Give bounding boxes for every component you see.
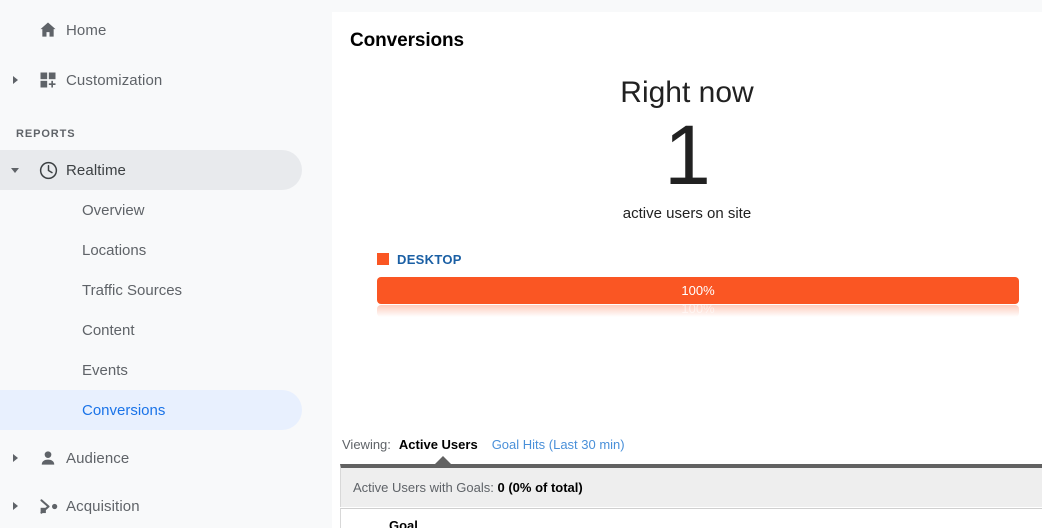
sidebar-item-locations-highlight	[0, 230, 302, 270]
goal-summary-text: Active Users with Goals: 0 (0% of total)	[341, 468, 1042, 507]
bar-desktop[interactable]: 100%	[377, 276, 1019, 304]
sidebar-item-customization[interactable]: Customization	[0, 60, 332, 100]
goal-summary-prefix: Active Users with Goals:	[353, 480, 494, 495]
legend-label-desktop: DESKTOP	[397, 251, 462, 267]
sidebar-item-events[interactable]: Events	[0, 350, 332, 390]
goal-summary-panel: Active Users with Goals: 0 (0% of total)	[340, 464, 1042, 507]
goal-summary-value: 0 (0% of total)	[497, 480, 583, 495]
sidebar-item-home-label: Home	[66, 21, 107, 39]
right-now-heading: Right now	[620, 76, 754, 109]
person-icon	[30, 448, 66, 468]
main-content-panel: Conversions Right now 1 active users on …	[332, 12, 1042, 528]
sidebar-item-audience[interactable]: Audience	[0, 438, 332, 478]
sidebar-item-acquisition-label: Acquisition	[66, 497, 140, 515]
chevron-right-icon-customization[interactable]	[0, 76, 30, 84]
chevron-right-icon-audience[interactable]	[0, 454, 30, 462]
sidebar-item-home[interactable]: Home	[0, 10, 332, 50]
sidebar: Home Customization REPORTS Realtime Over…	[0, 0, 332, 528]
acquisition-icon	[30, 496, 66, 517]
sidebar-item-overview-label: Overview	[82, 201, 145, 219]
sidebar-section-reports: REPORTS	[16, 128, 76, 140]
legend-swatch-desktop	[377, 253, 389, 266]
sidebar-item-audience-label: Audience	[66, 449, 130, 467]
tab-active-users[interactable]: Active Users	[399, 437, 478, 452]
sidebar-item-conversions[interactable]: Conversions	[0, 390, 332, 430]
active-tab-caret-icon	[435, 456, 451, 464]
sidebar-item-overview[interactable]: Overview	[0, 190, 332, 230]
chevron-right-icon-acquisition[interactable]	[0, 502, 30, 510]
sidebar-item-content-label: Content	[82, 321, 135, 339]
sidebar-item-overview-highlight	[0, 190, 302, 230]
viewing-label: Viewing:	[342, 437, 391, 452]
page-title: Conversions	[350, 30, 464, 51]
bar-desktop-reflection: 100%	[377, 304, 1019, 317]
device-legend: DESKTOP	[377, 252, 1042, 267]
customization-icon	[30, 70, 66, 90]
active-users-count: 1	[664, 108, 711, 202]
active-users-caption: active users on site	[622, 204, 752, 222]
analytics-realtime-conversions-screen: Home Customization REPORTS Realtime Over…	[0, 0, 1042, 528]
sidebar-item-locations-label: Locations	[82, 241, 147, 259]
right-now-block: Right now 1 active users on site	[332, 76, 1042, 222]
goal-table-header-row: Goal	[340, 508, 1042, 528]
bar-desktop-reflection-value: 100%	[681, 304, 715, 316]
sidebar-item-events-highlight	[0, 350, 302, 390]
sidebar-item-realtime[interactable]: Realtime	[0, 150, 332, 190]
home-icon	[30, 20, 66, 40]
sidebar-item-customization-label: Customization	[66, 71, 163, 89]
sidebar-item-acquisition[interactable]: Acquisition	[0, 486, 332, 526]
sidebar-item-locations[interactable]: Locations	[0, 230, 332, 270]
sidebar-item-traffic-sources-label: Traffic Sources	[82, 281, 183, 299]
sidebar-item-conversions-label: Conversions	[82, 401, 166, 419]
sidebar-item-events-label: Events	[82, 361, 128, 379]
chevron-down-icon-realtime[interactable]	[0, 167, 30, 173]
tab-goal-hits[interactable]: Goal Hits (Last 30 min)	[492, 437, 625, 452]
clock-icon	[30, 160, 66, 181]
sidebar-item-content-highlight	[0, 310, 302, 350]
goal-column-header: Goal	[389, 517, 418, 528]
viewing-tabs: Viewing: Active Users Goal Hits (Last 30…	[342, 437, 625, 452]
bar-desktop-value: 100%	[681, 282, 715, 298]
sidebar-item-traffic-sources[interactable]: Traffic Sources	[0, 270, 332, 310]
sidebar-item-realtime-label: Realtime	[66, 161, 126, 179]
sidebar-item-content[interactable]: Content	[0, 310, 332, 350]
device-bar-chart: 100% 100%	[377, 276, 1019, 317]
